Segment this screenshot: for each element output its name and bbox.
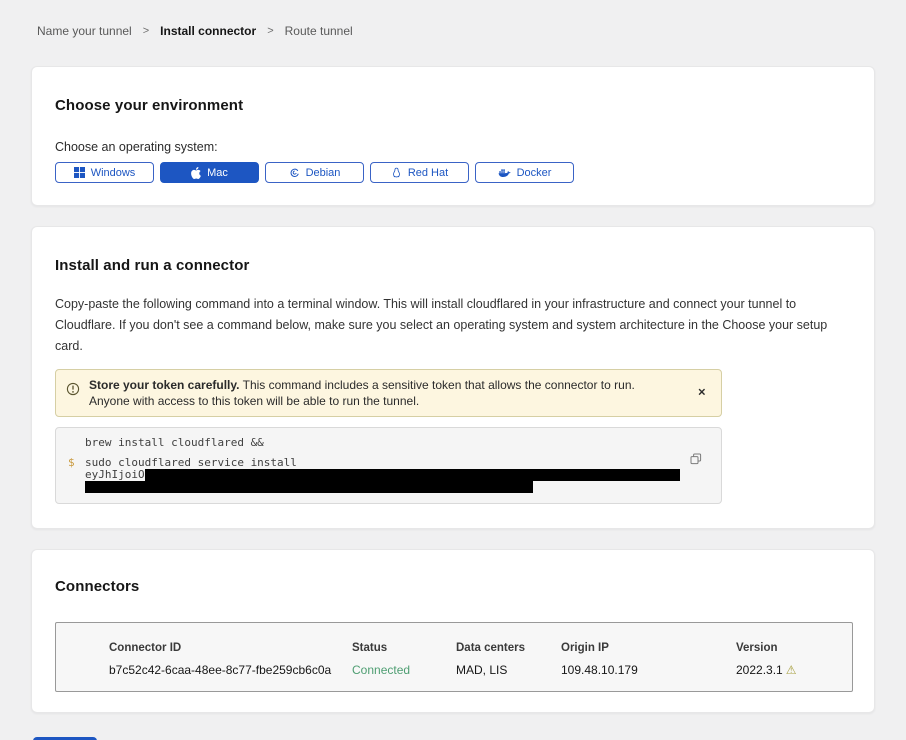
col-header-data-centers: Data centers [456, 642, 561, 654]
warning-triangle-icon: ⚠ [786, 663, 797, 677]
alert-title: Store your token carefully. [89, 378, 240, 392]
close-icon[interactable]: ✕ [696, 386, 708, 401]
tunnel-setup-page: Name your tunnel > Install connector > R… [0, 0, 906, 740]
token-warning-alert: Store your token carefully. This command… [55, 369, 722, 417]
install-command-block: brew install cloudflared && $ sudo cloud… [55, 427, 722, 504]
os-button-mac[interactable]: Mac [160, 162, 259, 183]
apple-icon [191, 167, 201, 179]
connectors-card-title: Connectors [55, 578, 851, 595]
cell-data-centers: MAD, LIS [456, 663, 561, 677]
col-header-status: Status [352, 642, 456, 654]
environment-card: Choose your environment Choose an operat… [31, 66, 875, 206]
os-button-docker[interactable]: Docker [475, 162, 574, 183]
os-button-label: Docker [517, 167, 552, 179]
os-button-debian[interactable]: Debian [265, 162, 364, 183]
table-row: b7c52c42-6caa-48ee-8c77-fbe259cb6c0a Con… [109, 654, 852, 677]
os-button-group: Windows Mac Debian Red Hat [55, 162, 851, 183]
breadcrumb-name-your-tunnel[interactable]: Name your tunnel [37, 24, 132, 38]
breadcrumb-install-connector[interactable]: Install connector [160, 24, 256, 38]
os-button-label: Windows [91, 167, 136, 179]
table-header-row: Connector ID Status Data centers Origin … [109, 642, 852, 654]
version-value: 2022.3.1 [736, 663, 783, 677]
cell-version: 2022.3.1⚠ [736, 663, 852, 677]
code-line-brew: brew install cloudflared && [85, 436, 709, 449]
col-header-connector-id: Connector ID [109, 642, 352, 654]
chevron-right-icon: > [143, 25, 149, 37]
redacted-token-bar [85, 481, 533, 493]
os-button-label: Red Hat [408, 167, 448, 179]
col-header-version: Version [736, 642, 852, 654]
os-button-label: Debian [306, 167, 341, 179]
redacted-token-bar [145, 469, 680, 481]
col-header-origin-ip: Origin IP [561, 642, 736, 654]
cell-status: Connected [352, 663, 456, 677]
windows-icon [74, 167, 85, 178]
token-prefix: eyJhIjoiO [85, 469, 145, 481]
cell-connector-id: b7c52c42-6caa-48ee-8c77-fbe259cb6c0a [109, 663, 352, 677]
shell-prompt: $ [68, 456, 85, 469]
redhat-icon [391, 167, 402, 178]
connectors-card: Connectors Connector ID Status Data cent… [31, 549, 875, 713]
copy-icon[interactable] [690, 453, 702, 465]
breadcrumb: Name your tunnel > Install connector > R… [0, 0, 906, 38]
alert-message: Store your token carefully. This command… [89, 377, 659, 409]
os-select-label: Choose an operating system: [55, 140, 851, 154]
os-button-windows[interactable]: Windows [55, 162, 154, 183]
os-button-redhat[interactable]: Red Hat [370, 162, 469, 183]
connectors-table: Connector ID Status Data centers Origin … [55, 622, 853, 692]
info-icon [66, 382, 80, 409]
install-connector-card: Install and run a connector Copy-paste t… [31, 226, 875, 529]
install-card-title: Install and run a connector [55, 257, 851, 274]
breadcrumb-route-tunnel[interactable]: Route tunnel [285, 24, 353, 38]
cell-origin-ip: 109.48.10.179 [561, 663, 736, 677]
environment-card-title: Choose your environment [55, 97, 851, 114]
debian-icon [289, 167, 300, 178]
chevron-right-icon: > [267, 25, 273, 37]
docker-icon [498, 168, 511, 178]
os-button-label: Mac [207, 167, 228, 179]
install-description: Copy-paste the following command into a … [55, 294, 851, 357]
